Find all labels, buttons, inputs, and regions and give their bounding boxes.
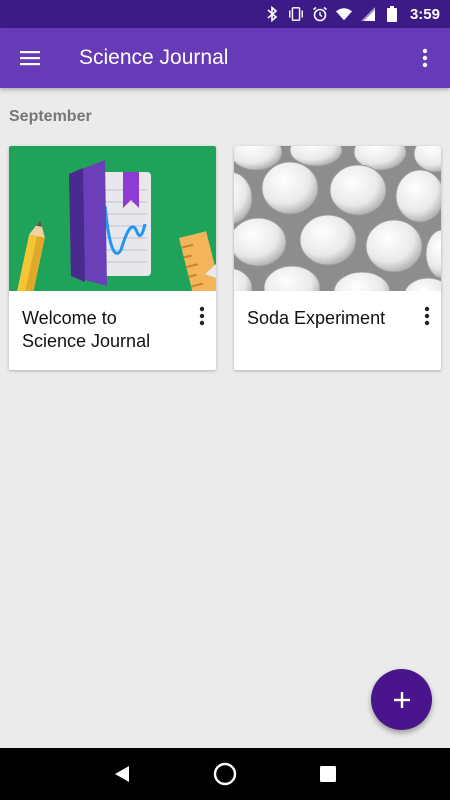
app-bar: Science Journal [0,28,450,88]
wifi-icon [335,6,352,22]
experiment-card-soda[interactable]: Soda Experiment [234,146,441,370]
add-experiment-fab[interactable] [371,669,432,730]
experiment-title: Welcome to Science Journal [22,308,151,351]
signal-icon [360,6,376,22]
more-vert-icon [424,306,430,326]
plus-icon [393,691,410,708]
vibrate-icon [288,6,304,22]
white-candies-photo [234,146,441,291]
nav-back-button[interactable] [102,754,142,794]
nav-home-button[interactable] [205,754,245,794]
alarm-icon [312,6,328,22]
home-icon [213,762,237,786]
experiment-card-welcome[interactable]: Welcome to Science Journal [9,146,216,370]
overflow-menu-button[interactable] [400,28,450,88]
recents-icon [320,766,337,782]
experiment-title: Soda Experiment [247,308,386,328]
system-nav-bar [0,748,450,800]
experiment-menu-button[interactable] [417,304,437,328]
section-header-month: September [9,108,92,125]
more-vert-icon [422,48,428,68]
more-vert-icon [199,306,205,326]
nav-recents-button[interactable] [308,754,348,794]
experiment-menu-button[interactable] [192,304,212,328]
app-title: Science Journal [79,46,229,69]
status-bar: 3:59 [0,0,450,28]
navigation-menu-button[interactable] [0,28,60,88]
battery-icon [384,6,400,22]
back-icon [114,766,129,782]
welcome-notebook-illustration [9,146,216,291]
hamburger-menu-icon [20,51,40,66]
status-time: 3:59 [409,5,440,23]
bluetooth-icon [264,6,280,22]
